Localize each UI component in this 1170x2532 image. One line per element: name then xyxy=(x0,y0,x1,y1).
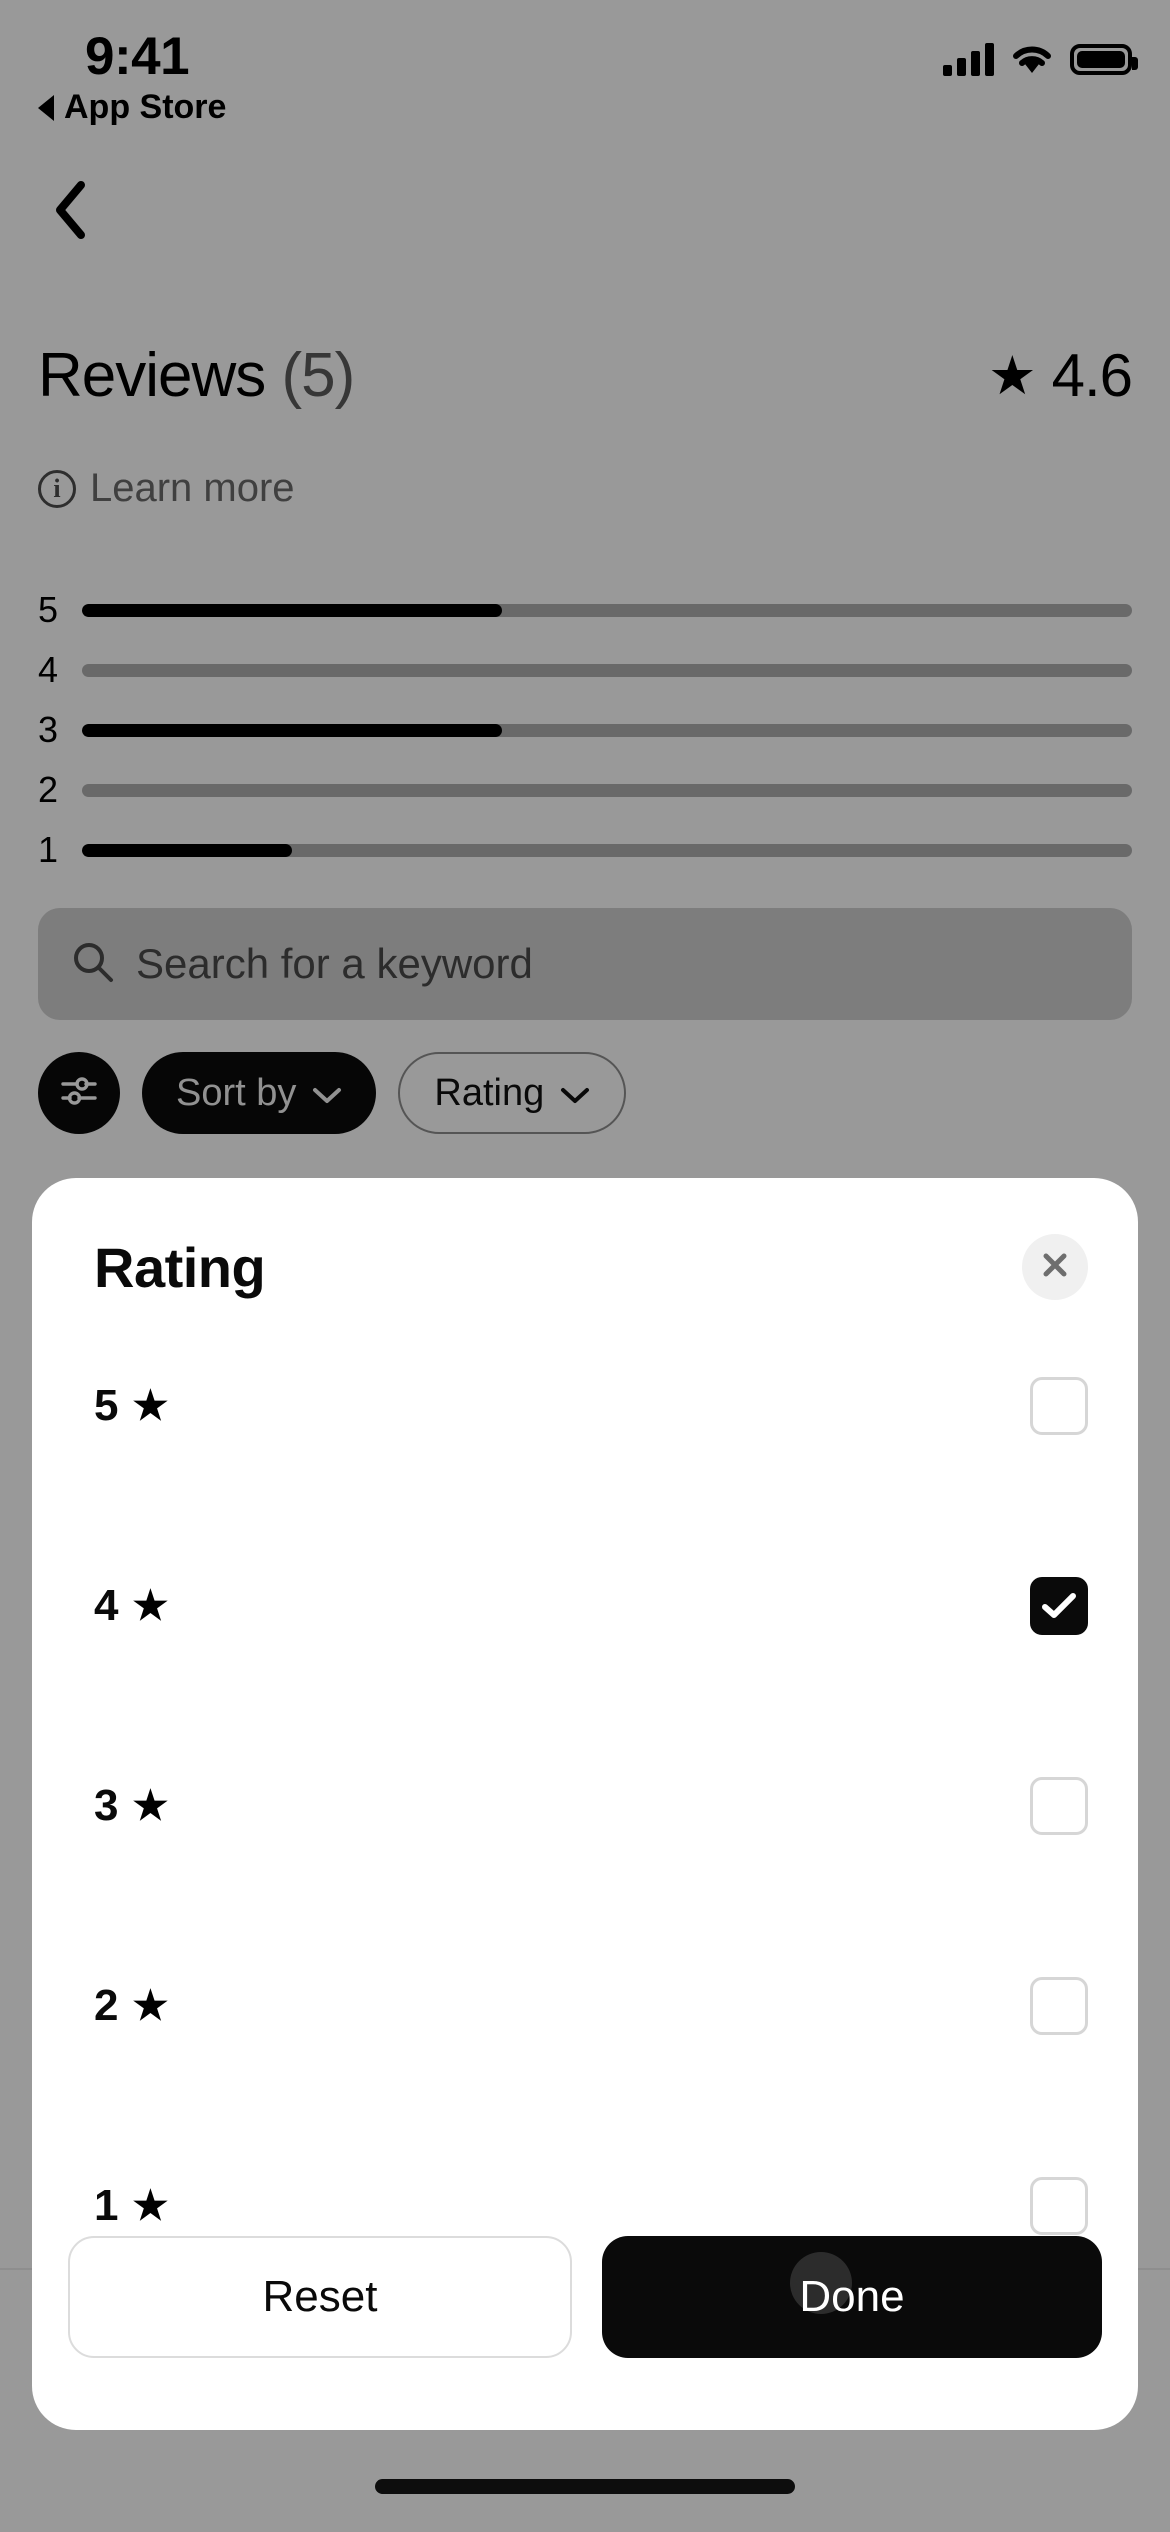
close-button[interactable] xyxy=(1022,1234,1088,1300)
rating-filter-sheet: Rating 5 ★ 4 ★ 3 ★ 2 ★ 1 ★ Reset Done xyxy=(32,1178,1138,2430)
rating-option-row[interactable]: 3 ★ xyxy=(94,1756,1088,1856)
rating-option-value: 1 xyxy=(94,2181,119,2230)
rating-option-row[interactable]: 2 ★ xyxy=(94,1956,1088,2056)
rating-option-checkbox[interactable] xyxy=(1030,1977,1088,2035)
star-filled-icon: ★ xyxy=(132,1784,169,1828)
sheet-header: Rating xyxy=(94,1234,1088,1300)
phone-screen: 9:41 App Store Reviews (5) ★ 4.6 i Learn… xyxy=(0,0,1170,2532)
star-filled-icon: ★ xyxy=(132,2184,169,2228)
close-x-icon xyxy=(1040,1250,1070,1285)
rating-option-value: 3 xyxy=(94,1781,119,1830)
touch-indicator xyxy=(790,2252,852,2314)
reset-button[interactable]: Reset xyxy=(68,2236,572,2358)
sheet-actions: Reset Done xyxy=(68,2236,1102,2358)
home-indicator xyxy=(375,2479,795,2494)
rating-option-row[interactable]: 4 ★ xyxy=(94,1556,1088,1656)
sheet-title: Rating xyxy=(94,1235,266,1299)
rating-option-label: 1 ★ xyxy=(94,2181,168,2231)
rating-options-list: 5 ★ 4 ★ 3 ★ 2 ★ 1 ★ xyxy=(94,1356,1088,2256)
rating-option-value: 2 xyxy=(94,1981,119,2030)
rating-option-label: 5 ★ xyxy=(94,1381,168,1431)
star-filled-icon: ★ xyxy=(132,1584,169,1628)
star-filled-icon: ★ xyxy=(132,1384,169,1428)
rating-option-value: 4 xyxy=(94,1581,119,1630)
rating-option-value: 5 xyxy=(94,1381,119,1430)
rating-option-checkbox[interactable] xyxy=(1030,1577,1088,1635)
star-filled-icon: ★ xyxy=(132,1984,169,2028)
rating-option-row[interactable]: 5 ★ xyxy=(94,1356,1088,1456)
done-button[interactable]: Done xyxy=(602,2236,1102,2358)
rating-option-checkbox[interactable] xyxy=(1030,1377,1088,1435)
rating-option-checkbox[interactable] xyxy=(1030,2177,1088,2235)
reset-button-label: Reset xyxy=(262,2272,378,2321)
rating-option-label: 2 ★ xyxy=(94,1981,168,2031)
rating-option-label: 3 ★ xyxy=(94,1781,168,1831)
rating-option-label: 4 ★ xyxy=(94,1581,168,1631)
rating-option-checkbox[interactable] xyxy=(1030,1777,1088,1835)
